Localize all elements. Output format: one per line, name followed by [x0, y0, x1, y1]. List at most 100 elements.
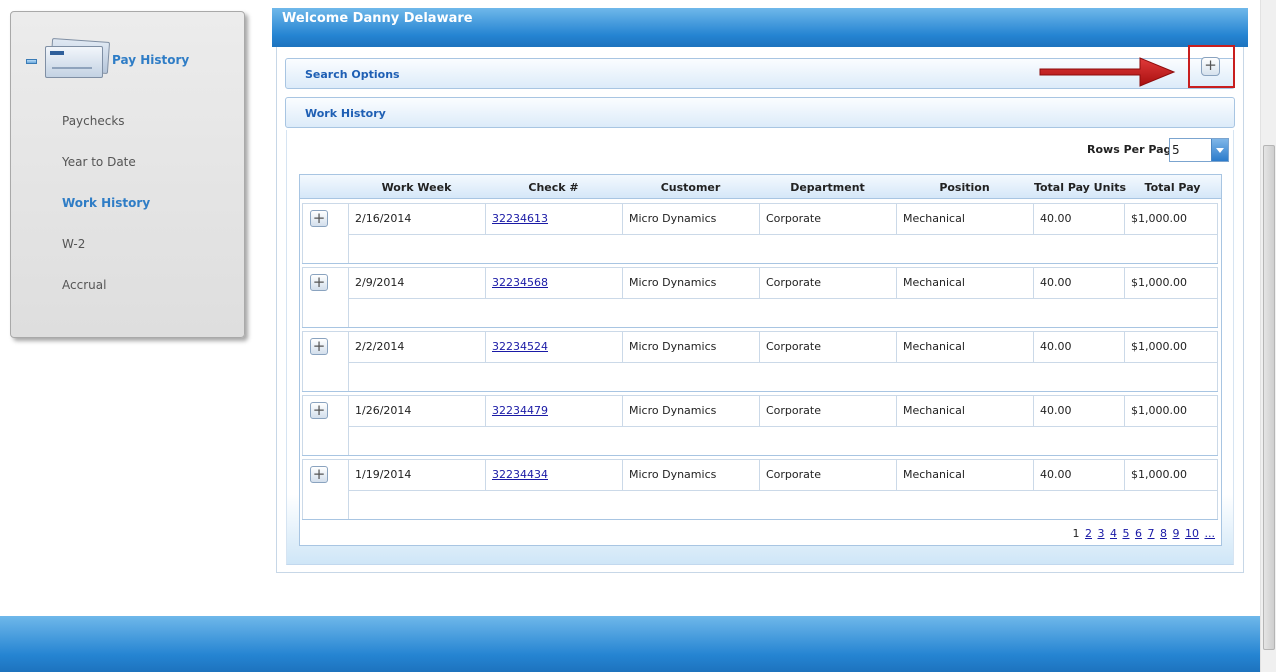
row-expand-cell: + — [302, 267, 349, 327]
table-row: + 2/2/2014 32234524 Micro Dynamics Corpo… — [302, 331, 1218, 392]
plus-icon[interactable]: + — [310, 274, 328, 291]
cell-total-pay: $1,000.00 — [1125, 395, 1218, 427]
cell-department: Corporate — [760, 331, 897, 363]
left-nav-panel: Pay History Paychecks Year to Date Work … — [10, 11, 245, 338]
row-expand-cell: + — [302, 459, 349, 519]
check-number-link[interactable]: 32234524 — [492, 340, 548, 353]
cell-customer: Micro Dynamics — [623, 267, 760, 299]
pager-page-8[interactable]: 8 — [1160, 527, 1167, 540]
pager-page-7[interactable]: 7 — [1148, 527, 1155, 540]
row-expand-cell: + — [302, 331, 349, 391]
cell-total-pay-units: 40.00 — [1034, 459, 1125, 491]
rows-per-page-label: Rows Per Page — [1087, 143, 1179, 156]
cell-department: Corporate — [760, 203, 897, 235]
cell-position: Mechanical — [897, 459, 1034, 491]
pager-page-6[interactable]: 6 — [1135, 527, 1142, 540]
cell-work-week: 2/16/2014 — [349, 203, 486, 235]
row-detail — [349, 427, 1218, 455]
header-bar: Welcome Danny Delaware — [272, 8, 1248, 47]
cell-customer: Micro Dynamics — [623, 331, 760, 363]
table-row: + 1/26/2014 32234479 Micro Dynamics Corp… — [302, 395, 1218, 456]
paycheck-icon — [45, 38, 111, 80]
plus-icon[interactable]: + — [310, 402, 328, 419]
cell-customer: Micro Dynamics — [623, 459, 760, 491]
row-expand-cell: + — [302, 395, 349, 455]
footer-bar — [0, 616, 1260, 672]
cell-total-pay: $1,000.00 — [1125, 267, 1218, 299]
cell-check: 32234434 — [486, 459, 623, 491]
rows-per-page-select[interactable]: 5 — [1169, 138, 1229, 162]
check-number-link[interactable]: 32234434 — [492, 468, 548, 481]
cell-work-week: 1/26/2014 — [349, 395, 486, 427]
col-header-total-pay[interactable]: Total Pay — [1127, 181, 1218, 194]
check-number-link[interactable]: 32234568 — [492, 276, 548, 289]
cell-position: Mechanical — [897, 331, 1034, 363]
row-detail — [349, 491, 1218, 519]
work-history-label: Work History — [305, 107, 386, 120]
search-options-label: Search Options — [305, 68, 400, 81]
pager-page-2[interactable]: 2 — [1085, 527, 1092, 540]
col-header-position[interactable]: Position — [896, 181, 1033, 194]
cell-department: Corporate — [760, 459, 897, 491]
cell-position: Mechanical — [897, 395, 1034, 427]
sidebar-item-accrual[interactable]: Accrual — [62, 278, 106, 292]
plus-icon[interactable]: + — [310, 210, 328, 227]
row-detail — [349, 363, 1218, 391]
cell-department: Corporate — [760, 267, 897, 299]
plus-icon[interactable]: + — [1201, 57, 1220, 76]
sidebar-item-work-history[interactable]: Work History — [62, 196, 150, 210]
plus-icon[interactable]: + — [310, 466, 328, 483]
work-history-grid: Work Week Check # Customer Department Po… — [299, 174, 1222, 546]
rows-per-page-value: 5 — [1172, 143, 1180, 157]
welcome-text: Welcome Danny Delaware — [282, 11, 473, 26]
cell-total-pay-units: 40.00 — [1034, 267, 1125, 299]
row-detail — [349, 235, 1218, 263]
pager-page-10[interactable]: 10 — [1185, 527, 1199, 540]
vertical-scrollbar[interactable] — [1260, 0, 1276, 672]
cell-check: 32234613 — [486, 203, 623, 235]
collapse-icon[interactable] — [26, 59, 37, 64]
cell-check: 32234568 — [486, 267, 623, 299]
grid-header: Work Week Check # Customer Department Po… — [300, 175, 1221, 199]
cell-total-pay: $1,000.00 — [1125, 203, 1218, 235]
plus-icon[interactable]: + — [310, 338, 328, 355]
table-row: + 1/19/2014 32234434 Micro Dynamics Corp… — [302, 459, 1218, 520]
sidebar-item-year-to-date[interactable]: Year to Date — [62, 155, 136, 169]
cell-customer: Micro Dynamics — [623, 395, 760, 427]
cell-work-week: 2/2/2014 — [349, 331, 486, 363]
col-header-check[interactable]: Check # — [485, 181, 622, 194]
pager-page-9[interactable]: 9 — [1173, 527, 1180, 540]
cell-customer: Micro Dynamics — [623, 203, 760, 235]
pager-page-3[interactable]: 3 — [1098, 527, 1105, 540]
cell-total-pay: $1,000.00 — [1125, 331, 1218, 363]
chevron-down-icon[interactable] — [1211, 139, 1228, 161]
pager: 1 2 3 4 5 6 7 8 9 10 ... — [1071, 527, 1216, 540]
cell-total-pay-units: 40.00 — [1034, 203, 1125, 235]
cell-work-week: 2/9/2014 — [349, 267, 486, 299]
check-number-link[interactable]: 32234479 — [492, 404, 548, 417]
cell-check: 32234479 — [486, 395, 623, 427]
sidebar-item-w2[interactable]: W-2 — [62, 237, 85, 251]
cell-total-pay-units: 40.00 — [1034, 395, 1125, 427]
cell-department: Corporate — [760, 395, 897, 427]
row-expand-cell: + — [302, 203, 349, 263]
pager-page-4[interactable]: 4 — [1110, 527, 1117, 540]
col-header-department[interactable]: Department — [759, 181, 896, 194]
cell-work-week: 1/19/2014 — [349, 459, 486, 491]
sidebar-item-paychecks[interactable]: Paychecks — [62, 114, 125, 128]
check-number-link[interactable]: 32234613 — [492, 212, 548, 225]
pager-page-5[interactable]: 5 — [1123, 527, 1130, 540]
cell-position: Mechanical — [897, 203, 1034, 235]
pager-current-page: 1 — [1072, 527, 1080, 540]
work-history-panel[interactable]: Work History — [285, 97, 1235, 128]
row-detail — [349, 299, 1218, 327]
scrollbar-thumb[interactable] — [1263, 145, 1275, 650]
table-row: + 2/9/2014 32234568 Micro Dynamics Corpo… — [302, 267, 1218, 328]
table-row: + 2/16/2014 32234613 Micro Dynamics Corp… — [302, 203, 1218, 264]
pay-history-title[interactable]: Pay History — [112, 53, 189, 67]
pager-more[interactable]: ... — [1205, 527, 1216, 540]
cell-position: Mechanical — [897, 267, 1034, 299]
col-header-work-week[interactable]: Work Week — [348, 181, 485, 194]
col-header-total-pay-units[interactable]: Total Pay Units — [1033, 181, 1127, 194]
col-header-customer[interactable]: Customer — [622, 181, 759, 194]
